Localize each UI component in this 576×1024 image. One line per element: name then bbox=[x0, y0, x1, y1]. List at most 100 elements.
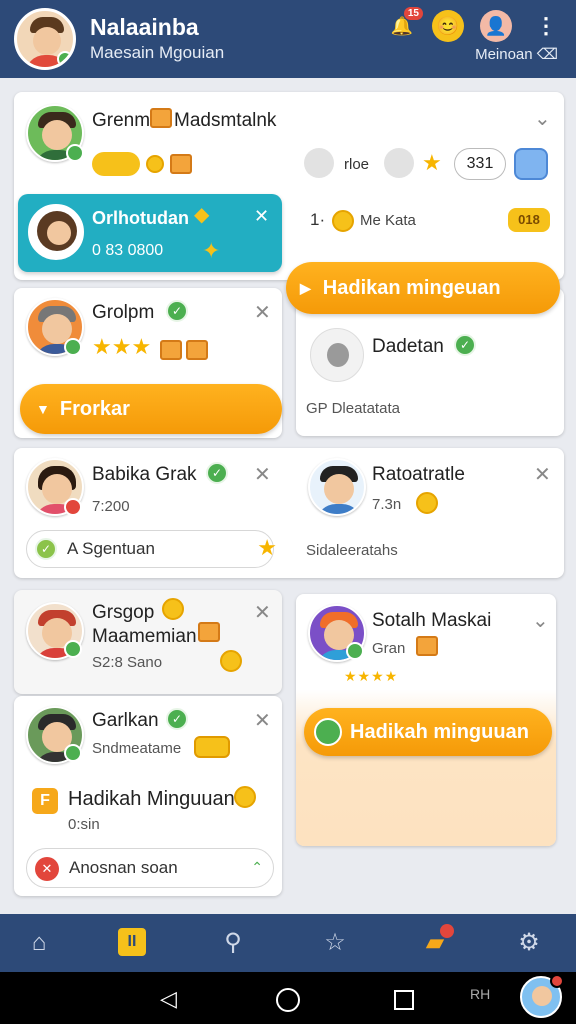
avatar-small-icon[interactable]: 👤 bbox=[480, 10, 512, 42]
avatar-placeholder-icon bbox=[384, 148, 414, 178]
cup-icon bbox=[514, 148, 548, 180]
search-icon[interactable]: ⚲ bbox=[218, 928, 248, 958]
notification-icon[interactable]: 🔔 15 bbox=[386, 7, 423, 42]
row-badge: 018 bbox=[508, 208, 550, 232]
card-grsgop: Grsgop ✕ Maamemian S2:8 Sano bbox=[14, 590, 282, 694]
status-icon bbox=[64, 498, 82, 516]
gift-box-icon bbox=[150, 108, 172, 128]
avatar-placeholder-icon bbox=[304, 148, 334, 178]
chip-label: rloe bbox=[344, 156, 370, 173]
more-menu-icon[interactable]: ⋮ bbox=[530, 10, 562, 42]
gift-icon bbox=[416, 636, 438, 656]
trophy-icon[interactable]: ☆ bbox=[320, 928, 350, 958]
close-icon[interactable]: ✕ bbox=[534, 462, 551, 487]
status-field[interactable]: ✓ A Sgentuan ★ bbox=[26, 530, 277, 568]
app-subtitle: Maesain Mgouian bbox=[90, 43, 225, 62]
online-status-icon bbox=[64, 338, 82, 356]
home-icon[interactable]: ⌂ bbox=[24, 928, 54, 958]
user-avatar bbox=[308, 458, 366, 516]
meta-time: 7:200 bbox=[92, 498, 130, 515]
star-icon: ★ bbox=[257, 535, 277, 560]
coin-icon bbox=[146, 155, 164, 173]
status-field-label: Anosnan soan bbox=[69, 858, 178, 877]
close-icon[interactable]: ✕ bbox=[254, 708, 271, 733]
meta-text: S2:8 Sano bbox=[92, 654, 163, 671]
close-icon[interactable]: ✕ bbox=[254, 206, 269, 227]
hadikan-button[interactable]: ▶ Hadikan mingeuan bbox=[286, 262, 560, 314]
user-name: Garlkan bbox=[92, 710, 159, 731]
reward-title: Hadikah Minguuan bbox=[68, 788, 235, 810]
chevron-down-icon[interactable]: ⌄ bbox=[532, 608, 549, 633]
status-field[interactable]: ✕ Anosnan soan ⌃ bbox=[26, 848, 274, 888]
star-icon: ★ bbox=[422, 150, 442, 175]
forkar-button-label: Frorkar bbox=[59, 397, 130, 420]
settings-icon[interactable]: ⚙ bbox=[514, 928, 544, 958]
meta-text: 0:sin bbox=[68, 816, 100, 833]
verified-icon: ✓ bbox=[206, 462, 228, 484]
meta-text: Sidaleeratahs bbox=[306, 542, 398, 559]
caret-right-icon: ▶ bbox=[300, 279, 311, 296]
home-circle-icon[interactable] bbox=[276, 988, 300, 1012]
notification-count: 15 bbox=[403, 7, 423, 20]
row-label: Me Kata bbox=[360, 212, 416, 229]
status-field-label: A Sgentuan bbox=[67, 539, 155, 558]
meta-text: Sndmeatame bbox=[92, 740, 182, 757]
check-icon: ✓ bbox=[35, 538, 57, 560]
chest-icon bbox=[159, 339, 182, 360]
user-name: Grolpm bbox=[92, 302, 155, 323]
verified-icon: ✓ bbox=[166, 300, 188, 322]
coin-icon bbox=[416, 492, 438, 514]
coin-icon bbox=[162, 598, 184, 620]
profile-avatar[interactable] bbox=[14, 8, 76, 70]
coin-icon bbox=[234, 786, 256, 808]
card-garlkan: Garlkan ✓ ✕ Sndmeatame F Hadikah Minguua… bbox=[14, 696, 282, 896]
highlight-title: Orlhotudan bbox=[92, 208, 189, 228]
close-icon[interactable]: ✕ bbox=[254, 462, 271, 487]
meta-time: 7.3n bbox=[372, 496, 402, 513]
hadikah-button[interactable]: Hadikah minguuan bbox=[304, 708, 552, 756]
arrow-icon: ⌃ bbox=[251, 859, 263, 875]
notification-dot-icon bbox=[440, 924, 454, 938]
forkar-button[interactable]: ▼ Frorkar bbox=[20, 384, 282, 434]
user-name: Ratoatratle bbox=[372, 464, 465, 485]
rating-stars: ★★★ bbox=[92, 334, 209, 360]
emoji-icon[interactable]: 😊 bbox=[432, 10, 464, 42]
caret-icon: ▼ bbox=[36, 401, 50, 417]
check-circle-icon bbox=[314, 718, 342, 746]
feed-icon[interactable]: II bbox=[118, 928, 146, 956]
apple-logo-icon bbox=[310, 328, 364, 382]
online-status-icon bbox=[64, 640, 82, 658]
highlight-card[interactable]: Orlhotudan ◆ 0 83 0800 ✦ ✕ bbox=[18, 194, 282, 272]
sparkle-icon: ✦ bbox=[202, 238, 221, 263]
gift-tag-icon: F bbox=[32, 788, 58, 814]
close-icon[interactable]: ✕ bbox=[254, 300, 271, 325]
chevron-down-icon[interactable]: ⌄ bbox=[534, 106, 551, 131]
treasure-icon bbox=[170, 154, 192, 174]
hadikah-button-label: Hadikah minguuan bbox=[350, 720, 529, 743]
rating-stars: ★★★★ bbox=[344, 668, 399, 684]
assistant-avatar[interactable] bbox=[520, 974, 564, 1018]
meta-text: GP Dleatatata bbox=[306, 400, 400, 417]
user-avatar bbox=[28, 204, 84, 260]
user-name: Dadetan bbox=[372, 336, 444, 357]
user-name: Grsgop bbox=[92, 602, 155, 623]
online-status-icon bbox=[346, 642, 364, 660]
recents-icon[interactable] bbox=[394, 990, 414, 1010]
meta-text: Gran bbox=[372, 640, 406, 657]
back-icon[interactable]: ◁ bbox=[160, 986, 177, 1012]
user-name: Babika Grak bbox=[92, 464, 197, 485]
coin-icon bbox=[220, 650, 242, 672]
count-chip[interactable]: 331 bbox=[454, 148, 506, 180]
close-icon[interactable]: ✕ bbox=[254, 600, 271, 625]
row-prefix: 1· bbox=[310, 210, 326, 229]
verified-icon: ✓ bbox=[454, 334, 476, 356]
cancel-icon: ✕ bbox=[35, 857, 59, 881]
highlight-value: 0 83 0800 bbox=[92, 242, 164, 259]
gem-icon: ◆ bbox=[194, 204, 210, 226]
user-name-secondary: Maamemian bbox=[92, 626, 197, 647]
system-navigation-bar: ◁ RH bbox=[0, 972, 576, 1024]
coin-toggle-icon bbox=[92, 152, 140, 176]
card-babika: Babika Grak ✓ ✕ 7:200 ✓ A Sgentuan ★ Rat… bbox=[14, 448, 564, 578]
bottom-navigation: ⌂ II ⚲ ☆ ▰ ⚙ bbox=[0, 914, 576, 972]
online-status-icon bbox=[66, 144, 84, 162]
